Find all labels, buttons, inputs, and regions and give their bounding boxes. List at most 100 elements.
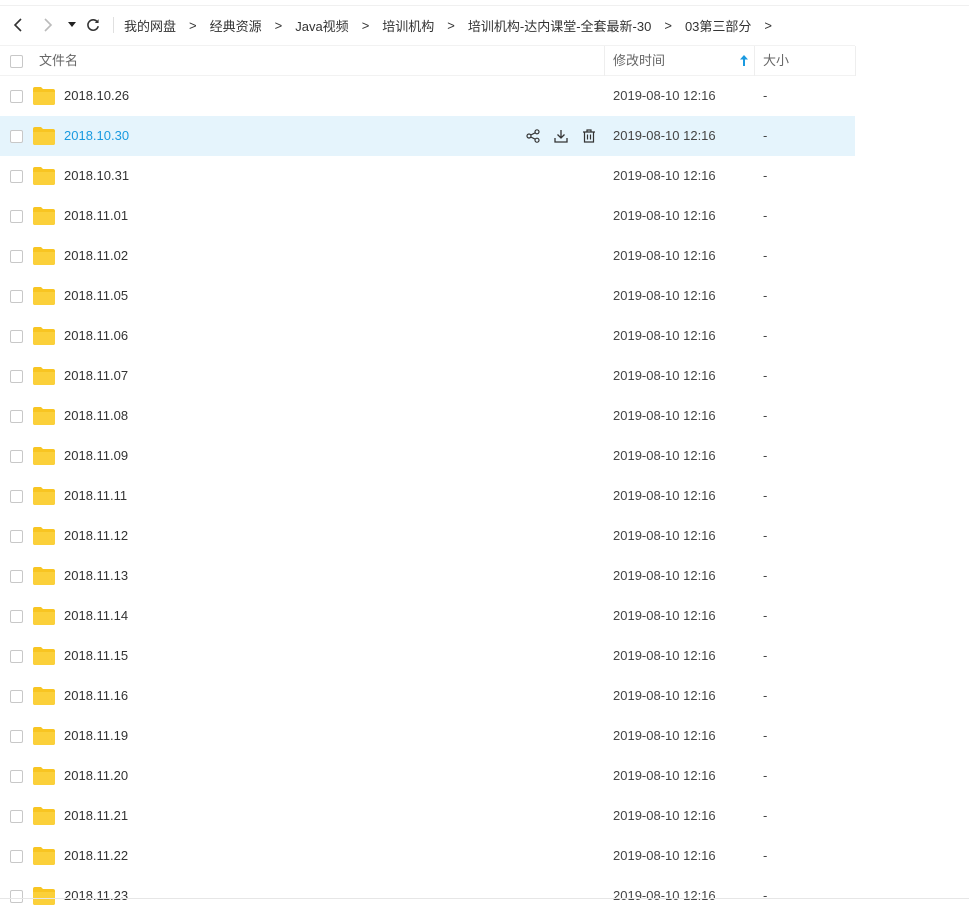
file-row[interactable]: 2018.11.19 2019-08-10 12:16 - [0,716,855,756]
row-checkbox[interactable] [10,570,23,583]
file-list-header: 文件名 修改时间 大小 [0,45,856,76]
file-name[interactable]: 2018.11.02 [64,236,128,276]
row-checkbox[interactable] [10,250,23,263]
share-icon [526,129,540,143]
file-row[interactable]: 2018.10.31 2019-08-10 12:16 - [0,156,855,196]
file-name[interactable]: 2018.11.01 [64,196,128,236]
file-row[interactable]: 2018.11.22 2019-08-10 12:16 - [0,836,855,876]
file-name[interactable]: 2018.11.20 [64,756,128,796]
file-modified: 2019-08-10 12:16 [613,728,716,743]
row-checkbox[interactable] [10,370,23,383]
chevron-right-icon [44,18,53,32]
row-checkbox[interactable] [10,650,23,663]
file-name[interactable]: 2018.11.08 [64,396,128,436]
file-name[interactable]: 2018.11.07 [64,356,128,396]
caret-down-icon [68,22,76,27]
download-button[interactable] [552,127,570,145]
column-header-name[interactable]: 文件名 [39,46,78,76]
file-name[interactable]: 2018.11.16 [64,676,128,716]
file-row[interactable]: 2018.11.13 2019-08-10 12:16 - [0,556,855,596]
row-checkbox[interactable] [10,810,23,823]
row-checkbox[interactable] [10,450,23,463]
breadcrumb-separator: > [361,17,370,33]
file-name[interactable]: 2018.11.05 [64,276,128,316]
row-checkbox[interactable] [10,730,23,743]
file-row[interactable]: 2018.11.16 2019-08-10 12:16 - [0,676,855,716]
breadcrumb-item[interactable]: Java视频 [295,16,348,35]
breadcrumb-item[interactable]: 培训机构 [382,16,434,35]
delete-button[interactable] [580,127,598,145]
arrow-up-icon[interactable] [740,55,748,66]
file-name[interactable]: 2018.11.09 [64,436,128,476]
breadcrumb-item[interactable]: 我的网盘 [124,16,176,35]
file-row[interactable]: 2018.11.15 2019-08-10 12:16 - [0,636,855,676]
file-row[interactable]: 2018.11.14 2019-08-10 12:16 - [0,596,855,636]
file-size: - [763,88,768,103]
breadcrumb-item[interactable]: 经典资源 [210,16,262,35]
row-checkbox[interactable] [10,210,23,223]
breadcrumb-item[interactable]: 培训机构-达内课堂-全套最新-30 [468,16,651,35]
file-row[interactable]: 2018.11.23 2019-08-10 12:16 - [0,876,855,916]
row-checkbox[interactable] [10,90,23,103]
row-checkbox[interactable] [10,610,23,623]
file-row[interactable]: 2018.11.08 2019-08-10 12:16 - [0,396,855,436]
file-name[interactable]: 2018.11.15 [64,636,128,676]
row-checkbox[interactable] [10,770,23,783]
file-name[interactable]: 2018.11.14 [64,596,128,636]
file-modified: 2019-08-10 12:16 [613,848,716,863]
file-row[interactable]: 2018.11.07 2019-08-10 12:16 - [0,356,855,396]
refresh-button[interactable] [84,6,102,44]
breadcrumb-item[interactable]: 03第三部分 [685,16,751,35]
file-size: - [763,888,768,903]
file-name[interactable]: 2018.11.06 [64,316,128,356]
file-modified: 2019-08-10 12:16 [613,608,716,623]
folder-icon [33,807,55,828]
back-button[interactable] [8,6,28,44]
file-row[interactable]: 2018.11.05 2019-08-10 12:16 - [0,276,855,316]
column-header-modified[interactable]: 修改时间 [613,46,665,76]
select-all-checkbox[interactable] [10,55,23,68]
file-name[interactable]: 2018.11.19 [64,716,128,756]
file-row[interactable]: 2018.10.30 2019-08-10 12:16 - [0,116,855,156]
row-checkbox[interactable] [10,410,23,423]
file-modified: 2019-08-10 12:16 [613,208,716,223]
file-name[interactable]: 2018.10.31 [64,156,129,196]
file-name[interactable]: 2018.10.26 [64,76,129,116]
file-row[interactable]: 2018.10.26 2019-08-10 12:16 - [0,76,855,116]
share-button[interactable] [524,127,542,145]
file-size: - [763,448,768,463]
row-checkbox[interactable] [10,330,23,343]
file-row[interactable]: 2018.11.02 2019-08-10 12:16 - [0,236,855,276]
row-checkbox[interactable] [10,890,23,903]
file-row[interactable]: 2018.11.20 2019-08-10 12:16 - [0,756,855,796]
file-name[interactable]: 2018.10.30 [64,116,129,156]
column-header-size[interactable]: 大小 [763,46,789,76]
file-size: - [763,288,768,303]
file-name[interactable]: 2018.11.13 [64,556,128,596]
file-row[interactable]: 2018.11.11 2019-08-10 12:16 - [0,476,855,516]
file-name[interactable]: 2018.11.22 [64,836,128,876]
row-checkbox[interactable] [10,130,23,143]
file-row[interactable]: 2018.11.09 2019-08-10 12:16 - [0,436,855,476]
row-checkbox[interactable] [10,290,23,303]
file-modified: 2019-08-10 12:16 [613,88,716,103]
file-size: - [763,208,768,223]
history-dropdown[interactable] [66,6,78,44]
folder-icon [33,327,55,348]
file-row[interactable]: 2018.11.06 2019-08-10 12:16 - [0,316,855,356]
row-checkbox[interactable] [10,850,23,863]
file-name[interactable]: 2018.11.23 [64,876,128,916]
forward-button[interactable] [38,6,58,44]
file-row[interactable]: 2018.11.01 2019-08-10 12:16 - [0,196,855,236]
breadcrumb-separator[interactable]: > [764,18,772,33]
file-name[interactable]: 2018.11.21 [64,796,128,836]
file-row[interactable]: 2018.11.21 2019-08-10 12:16 - [0,796,855,836]
row-checkbox[interactable] [10,690,23,703]
row-checkbox[interactable] [10,530,23,543]
file-name[interactable]: 2018.11.11 [64,476,127,516]
row-checkbox[interactable] [10,170,23,183]
file-name[interactable]: 2018.11.12 [64,516,128,556]
file-row[interactable]: 2018.11.12 2019-08-10 12:16 - [0,516,855,556]
folder-icon [33,87,55,108]
row-checkbox[interactable] [10,490,23,503]
